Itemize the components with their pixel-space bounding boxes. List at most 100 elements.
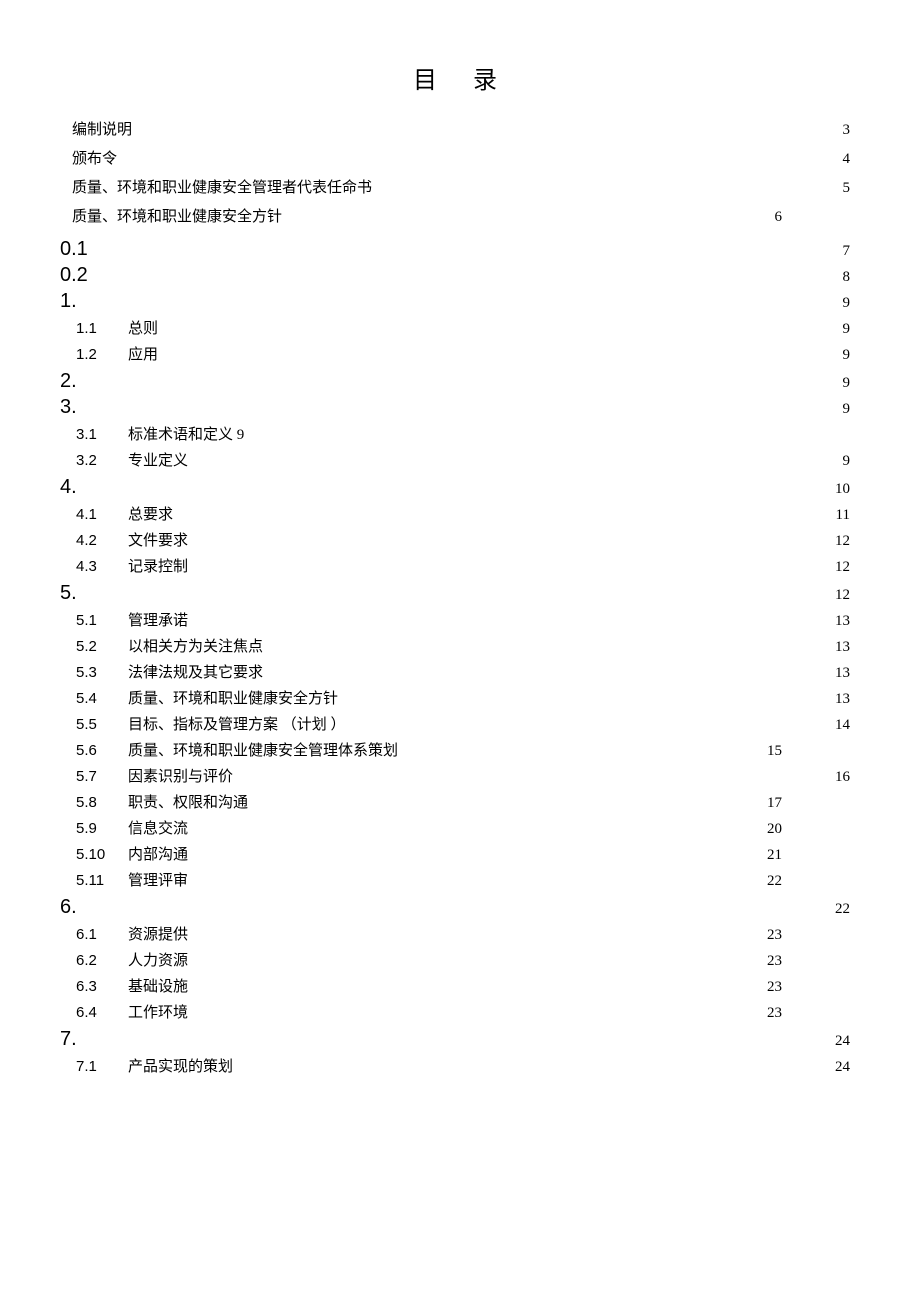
toc-sub-number: 1.1 [76, 321, 128, 336]
front-label: 编制说明 [72, 123, 132, 138]
page-number: 6 [742, 210, 782, 225]
toc-sub-row: 5.6质量、环境和职业健康安全管理体系策划15 [60, 743, 850, 759]
toc-sub-number: 5.9 [76, 821, 128, 836]
toc-sub-row: 6.4工作环境23 [60, 1005, 850, 1021]
toc-list: 0.170.281.91.1总则91.2应用92.93.93.1标准术语和定义 … [60, 239, 850, 1075]
toc-heading-number: 7. [60, 1029, 120, 1049]
toc-sub-number: 3.1 [76, 427, 128, 442]
toc-heading-row: 6.22 [60, 897, 850, 917]
page-number: 9 [810, 348, 850, 363]
toc-sub-label: 应用 [128, 348, 158, 363]
toc-heading-row: 7.24 [60, 1029, 850, 1049]
page-number: 13 [810, 614, 850, 629]
toc-sub-number: 6.3 [76, 979, 128, 994]
toc-sub-number: 5.7 [76, 769, 128, 784]
toc-sub-row: 5.9信息交流 20 [60, 821, 850, 837]
page-number: 12 [810, 534, 850, 549]
toc-sub-label: 产品实现的策划 [128, 1060, 233, 1075]
toc-sub-number: 5.10 [76, 847, 128, 862]
toc-heading-row: 0.17 [60, 239, 850, 259]
toc-sub-row: 5.11管理评审 22 [60, 873, 850, 889]
toc-sub-row: 5.1管理承诺 13 [60, 613, 850, 629]
page-number: 9 [810, 296, 850, 311]
toc-sub-label: 质量、环境和职业健康安全方针 [128, 692, 338, 707]
front-row: 质量、环境和职业健康安全管理者代表任命书 5 [60, 181, 850, 196]
front-row: 颁布令4 [60, 152, 850, 167]
page-number: 13 [810, 640, 850, 655]
toc-sub-row: 4.3记录控制 12 [60, 559, 850, 575]
toc-sub-number: 6.1 [76, 927, 128, 942]
toc-heading-row: 3.9 [60, 397, 850, 417]
toc-sub-label: 法律法规及其它要求 [128, 666, 263, 681]
toc-heading-number: 0.2 [60, 265, 120, 285]
toc-sub-label: 标准术语和定义 9 [128, 428, 244, 443]
toc-sub-number: 5.11 [76, 873, 128, 888]
toc-sub-label: 管理承诺 [128, 614, 188, 629]
toc-sub-number: 7.1 [76, 1059, 128, 1074]
toc-sub-number: 6.4 [76, 1005, 128, 1020]
page-number: 12 [810, 560, 850, 575]
toc-sub-label: 质量、环境和职业健康安全管理体系策划 [128, 744, 398, 759]
toc-sub-label: 信息交流 [128, 822, 188, 837]
toc-sub-row: 5.2以相关方为关注焦点13 [60, 639, 850, 655]
page-number: 13 [810, 666, 850, 681]
toc-heading-number: 6. [60, 897, 120, 917]
toc-sub-row: 3.2专业定义9 [60, 453, 850, 469]
page-number: 22 [742, 874, 782, 889]
toc-sub-row: 1.2应用9 [60, 347, 850, 363]
front-row: 编制说明 3 [60, 123, 850, 138]
front-label: 质量、环境和职业健康安全管理者代表任命书 [72, 181, 372, 196]
toc-sub-number: 5.6 [76, 743, 128, 758]
page-number: 23 [742, 1006, 782, 1021]
page-number: 9 [810, 402, 850, 417]
page-number: 20 [742, 822, 782, 837]
toc-sub-label: 资源提供 [128, 928, 188, 943]
front-matter-list: 编制说明3颁布令4质量、环境和职业健康安全管理者代表任命书5质量、环境和职业健康… [60, 123, 850, 225]
toc-heading-row: 4.10 [60, 477, 850, 497]
page-number: 9 [810, 376, 850, 391]
front-row: 质量、环境和职业健康安全方针 6 [60, 210, 850, 225]
toc-sub-row: 1.1总则9 [60, 321, 850, 337]
page-number: 10 [810, 482, 850, 497]
page-number: 5 [810, 181, 850, 196]
page-number: 7 [810, 244, 850, 259]
toc-sub-label: 记录控制 [128, 560, 188, 575]
page-number: 22 [810, 902, 850, 917]
toc-sub-number: 5.3 [76, 665, 128, 680]
toc-sub-row: 7.1产品实现的策划 24 [60, 1059, 850, 1075]
toc-sub-number: 4.2 [76, 533, 128, 548]
page-number: 8 [810, 270, 850, 285]
toc-sub-row: 4.2文件要求12 [60, 533, 850, 549]
toc-sub-number: 4.3 [76, 559, 128, 574]
toc-sub-row: 5.3法律法规及其它要求 13 [60, 665, 850, 681]
page-number: 14 [810, 718, 850, 733]
toc-sub-row: 3.1标准术语和定义 9 [60, 427, 850, 443]
page: 目录 编制说明3颁布令4质量、环境和职业健康安全管理者代表任命书5质量、环境和职… [0, 0, 920, 1143]
toc-sub-row: 4.1总要求11 [60, 507, 850, 523]
toc-sub-row: 5.7因素识别与评价16 [60, 769, 850, 785]
page-number: 11 [810, 508, 850, 523]
toc-sub-row: 5.8职责、权限和沟通17 [60, 795, 850, 811]
front-label: 颁布令 [72, 152, 117, 167]
toc-sub-number: 5.1 [76, 613, 128, 628]
page-number: 3 [810, 123, 850, 138]
toc-sub-label: 专业定义 [128, 454, 188, 469]
toc-sub-label: 目标、指标及管理方案 （计划 ） [128, 718, 346, 733]
toc-sub-label: 人力资源 [128, 954, 188, 969]
toc-sub-row: 6.1资源提供23 [60, 927, 850, 943]
toc-heading-row: 0.28 [60, 265, 850, 285]
page-number: 24 [810, 1060, 850, 1075]
toc-heading-row: 1.9 [60, 291, 850, 311]
toc-heading-number: 5. [60, 583, 120, 603]
page-number: 21 [742, 848, 782, 863]
front-label: 质量、环境和职业健康安全方针 [72, 210, 282, 225]
toc-heading-number: 2. [60, 371, 120, 391]
toc-sub-label: 管理评审 [128, 874, 188, 889]
toc-sub-label: 总则 [128, 322, 158, 337]
toc-sub-number: 5.5 [76, 717, 128, 732]
page-number: 17 [742, 796, 782, 811]
page-number: 23 [742, 980, 782, 995]
page-number: 12 [810, 588, 850, 603]
toc-sub-row: 5.4质量、环境和职业健康安全方针13 [60, 691, 850, 707]
toc-heading-row: 5.12 [60, 583, 850, 603]
